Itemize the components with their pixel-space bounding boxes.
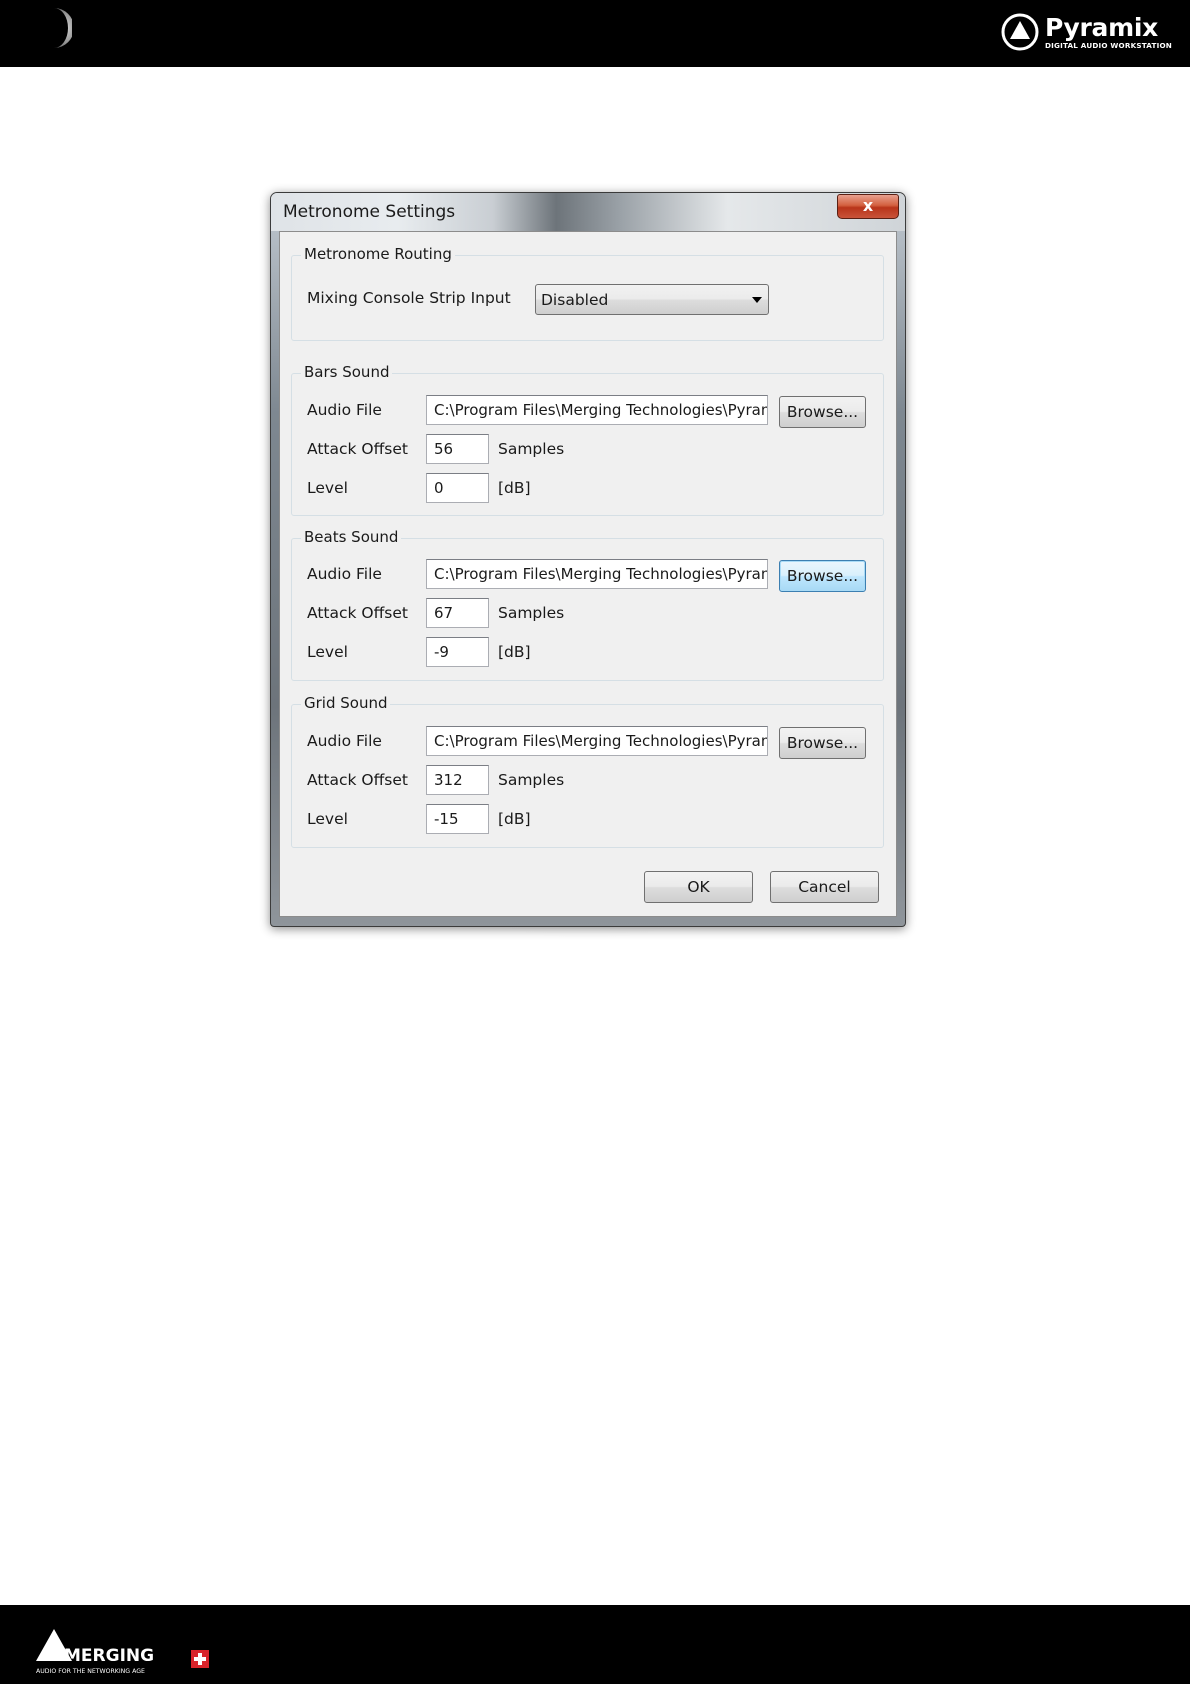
db-unit-label: [dB] bbox=[498, 643, 531, 661]
close-icon: x bbox=[862, 196, 874, 215]
samples-unit-label: Samples bbox=[498, 440, 565, 458]
attack-offset-label: Attack Offset bbox=[307, 604, 408, 622]
grid-level-input[interactable]: -15 bbox=[426, 804, 489, 834]
header-bar: Pyramix DIGITAL AUDIO WORKSTATION bbox=[0, 0, 1190, 67]
group-title: Metronome Routing bbox=[301, 245, 455, 263]
dialog-title: Metronome Settings bbox=[283, 202, 456, 222]
brand-tagline: DIGITAL AUDIO WORKSTATION bbox=[1044, 40, 1172, 50]
grid-browse-button[interactable]: Browse... bbox=[779, 727, 866, 759]
samples-unit-label: Samples bbox=[498, 771, 565, 789]
footer-bar: MERGING AUDIO FOR THE NETWORKING AGE bbox=[0, 1605, 1190, 1684]
beats-attack-offset-input[interactable]: 67 bbox=[426, 598, 489, 628]
footer-brand-name: MERGING bbox=[64, 1646, 154, 1666]
level-label: Level bbox=[307, 643, 348, 661]
attack-offset-label: Attack Offset bbox=[307, 771, 408, 789]
attack-offset-label: Attack Offset bbox=[307, 440, 408, 458]
title-bar[interactable]: Metronome Settings x bbox=[271, 193, 905, 231]
bars-browse-button[interactable]: Browse... bbox=[779, 396, 866, 428]
group-title: Grid Sound bbox=[301, 694, 391, 712]
strip-input-value: Disabled bbox=[541, 291, 609, 309]
strip-input-dropdown[interactable]: Disabled bbox=[535, 284, 769, 315]
ok-button[interactable]: OK bbox=[644, 871, 753, 903]
level-label: Level bbox=[307, 479, 348, 497]
pyramix-logo: Pyramix DIGITAL AUDIO WORKSTATION bbox=[1001, 12, 1172, 52]
bars-level-input[interactable]: 0 bbox=[426, 473, 489, 503]
footer-brand-tagline: AUDIO FOR THE NETWORKING AGE bbox=[36, 1668, 145, 1675]
bars-audio-file-input[interactable]: C:\Program Files\Merging Technologies\Py… bbox=[426, 395, 768, 425]
db-unit-label: [dB] bbox=[498, 479, 531, 497]
audio-file-label: Audio File bbox=[307, 732, 382, 750]
group-title: Bars Sound bbox=[301, 363, 393, 381]
bars-attack-offset-input[interactable]: 56 bbox=[426, 434, 489, 464]
close-button[interactable]: x bbox=[837, 194, 899, 219]
brand-name: Pyramix bbox=[1044, 12, 1158, 42]
pyramix-triangle-icon bbox=[1001, 13, 1039, 51]
beats-level-input[interactable]: -9 bbox=[426, 637, 489, 667]
metronome-settings-dialog: Metronome Settings x Metronome Routing M… bbox=[270, 192, 906, 927]
audio-file-label: Audio File bbox=[307, 565, 382, 583]
audio-file-label: Audio File bbox=[307, 401, 382, 419]
moon-icon bbox=[54, 8, 72, 48]
cancel-button[interactable]: Cancel bbox=[770, 871, 879, 903]
strip-input-label: Mixing Console Strip Input bbox=[307, 289, 511, 307]
grid-sound-group: Grid Sound Audio File C:\Program Files\M… bbox=[291, 694, 884, 848]
beats-browse-button[interactable]: Browse... bbox=[779, 560, 866, 592]
grid-attack-offset-input[interactable]: 312 bbox=[426, 765, 489, 795]
metronome-routing-group: Metronome Routing Mixing Console Strip I… bbox=[291, 245, 884, 341]
chevron-down-icon bbox=[752, 297, 762, 303]
samples-unit-label: Samples bbox=[498, 604, 565, 622]
group-title: Beats Sound bbox=[301, 528, 402, 546]
merging-logo: MERGING AUDIO FOR THE NETWORKING AGE bbox=[36, 1629, 209, 1675]
db-unit-label: [dB] bbox=[498, 810, 531, 828]
beats-sound-group: Beats Sound Audio File C:\Program Files\… bbox=[291, 528, 884, 681]
beats-audio-file-input[interactable]: C:\Program Files\Merging Technologies\Py… bbox=[426, 559, 768, 589]
level-label: Level bbox=[307, 810, 348, 828]
bars-sound-group: Bars Sound Audio File C:\Program Files\M… bbox=[291, 363, 884, 516]
grid-audio-file-input[interactable]: C:\Program Files\Merging Technologies\Py… bbox=[426, 726, 768, 756]
dialog-client-area: Metronome Routing Mixing Console Strip I… bbox=[279, 231, 897, 917]
